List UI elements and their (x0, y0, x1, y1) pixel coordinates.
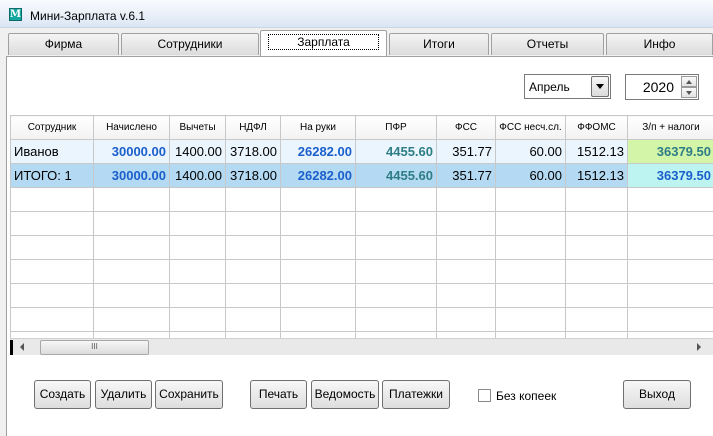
month-select[interactable]: Апрель (524, 74, 611, 99)
cell-net-pay[interactable]: 26282.00 (280, 163, 356, 188)
tab-bar: Фирма Сотрудники Зарплата Итоги Отчеты И… (0, 30, 713, 56)
scroll-left-icon[interactable] (20, 343, 24, 351)
app-icon: M (9, 8, 22, 21)
cell-employee[interactable]: Иванов (10, 139, 94, 164)
row-indicator (10, 340, 13, 355)
month-value: Апрель (529, 80, 570, 94)
cell-ffoms[interactable]: 1512.13 (565, 139, 628, 164)
tab-firm[interactable]: Фирма (8, 33, 119, 55)
cell-deductions[interactable]: 1400.00 (169, 139, 226, 164)
column-header[interactable]: На руки (280, 115, 356, 140)
cell-fss[interactable]: 351.77 (436, 163, 496, 188)
column-header[interactable]: Начислено (93, 115, 170, 140)
table-header: Сотрудник Начислено Вычеты НДФЛ На руки … (10, 115, 713, 140)
cell-total-cost[interactable]: 36379.50 (627, 139, 713, 164)
tab-totals[interactable]: Итоги (389, 33, 489, 55)
cell-accrued[interactable]: 30000.00 (93, 163, 170, 188)
window-title: Мини-Зарплата v.6.1 (30, 9, 146, 23)
arrow-down-icon (686, 91, 692, 95)
totals-row[interactable]: ИТОГО: 1 30000.00 1400.00 3718.00 26282.… (10, 163, 713, 188)
month-dropdown-button[interactable] (591, 76, 609, 97)
empty-row (10, 259, 713, 284)
cell-employee[interactable]: ИТОГО: 1 (10, 163, 94, 188)
tab-employees[interactable]: Сотрудники (121, 33, 259, 55)
year-spinner[interactable]: 2020 (625, 74, 699, 100)
empty-row (10, 187, 713, 212)
cell-deductions[interactable]: 1400.00 (169, 163, 226, 188)
scroll-thumb[interactable]: III (40, 340, 149, 355)
horizontal-scrollbar[interactable]: III (10, 338, 713, 355)
cell-fss-accident[interactable]: 60.00 (495, 139, 566, 164)
year-down-button[interactable] (681, 87, 697, 98)
chevron-down-icon (596, 84, 604, 89)
salary-grid: Сотрудник Начислено Вычеты НДФЛ На руки … (10, 115, 713, 338)
column-header[interactable]: ФСС несч.сл. (495, 115, 566, 140)
scroll-right-icon[interactable] (697, 343, 701, 351)
cell-pfr[interactable]: 4455.60 (355, 163, 437, 188)
column-header[interactable]: НДФЛ (225, 115, 281, 140)
print-button[interactable]: Печать (250, 380, 307, 409)
arrow-up-icon (686, 80, 692, 84)
exit-button[interactable]: Выход (623, 380, 691, 409)
year-up-button[interactable] (681, 76, 697, 87)
salary-table: Сотрудник Начислено Вычеты НДФЛ На руки … (10, 115, 713, 338)
table-row[interactable]: Иванов 30000.00 1400.00 3718.00 26282.00… (10, 139, 713, 164)
payments-button[interactable]: Платежки (382, 380, 450, 409)
create-button[interactable]: Создать (34, 380, 91, 409)
cell-total-cost[interactable]: 36379.50 (627, 163, 713, 188)
empty-row (10, 235, 713, 260)
empty-row (10, 283, 713, 308)
tab-reports[interactable]: Отчеты (491, 33, 604, 55)
cell-pfr[interactable]: 4455.60 (355, 139, 437, 164)
column-header[interactable]: З/п + налоги (627, 115, 713, 140)
title-bar: M Мини-Зарплата v.6.1 (0, 0, 713, 28)
column-header[interactable]: Сотрудник (10, 115, 94, 140)
no-kopecks-checkbox[interactable] (478, 389, 491, 402)
cell-fss-accident[interactable]: 60.00 (495, 163, 566, 188)
year-value: 2020 (642, 79, 674, 95)
column-header[interactable]: ФФОМС (565, 115, 628, 140)
no-kopecks-label: Без копеек (496, 389, 557, 403)
cell-ffoms[interactable]: 1512.13 (565, 163, 628, 188)
cell-ndfl[interactable]: 3718.00 (225, 163, 281, 188)
cell-ndfl[interactable]: 3718.00 (225, 139, 281, 164)
column-header[interactable]: ПФР (355, 115, 437, 140)
statement-button[interactable]: Ведомость (311, 380, 379, 409)
save-button[interactable]: Сохранить (155, 380, 223, 409)
cell-fss[interactable]: 351.77 (436, 139, 496, 164)
empty-row (10, 211, 713, 236)
tab-salary[interactable]: Зарплата (260, 30, 387, 56)
tab-info[interactable]: Инфо (606, 33, 713, 55)
delete-button[interactable]: Удалить (95, 380, 152, 409)
empty-row (10, 307, 713, 332)
cell-net-pay[interactable]: 26282.00 (280, 139, 356, 164)
column-header[interactable]: Вычеты (169, 115, 226, 140)
cell-accrued[interactable]: 30000.00 (93, 139, 170, 164)
tab-salary-label: Зарплата (268, 34, 379, 50)
column-header[interactable]: ФСС (436, 115, 496, 140)
